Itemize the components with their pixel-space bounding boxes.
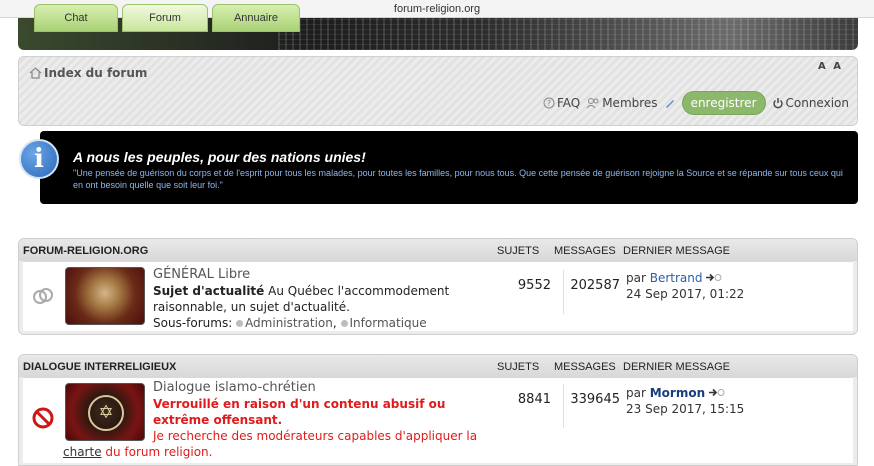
home-icon bbox=[29, 67, 42, 79]
breadcrumb[interactable]: Index du forum bbox=[29, 66, 147, 80]
category-dialogue-interreligieux: DIALOGUE INTERRELIGIEUX SUJETS MESSAGES … bbox=[18, 354, 858, 466]
category-header: FORUM-RELIGION.ORG SUJETS MESSAGES DERNI… bbox=[19, 239, 857, 261]
font-resize-control[interactable]: A A bbox=[818, 61, 843, 72]
category-title[interactable]: DIALOGUE INTERRELIGIEUX bbox=[23, 361, 176, 373]
last-post: par Mormon 23 Sep 2017, 15:15 bbox=[626, 386, 745, 416]
forum-description: GÉNÉRAL Libre Sujet d'actualité Au Québe… bbox=[153, 267, 483, 331]
subforum-administration[interactable]: Administration bbox=[245, 316, 333, 330]
announcement-title: A nous les peuples, pour des nations uni… bbox=[73, 149, 366, 165]
subforum-informatique[interactable]: Informatique bbox=[350, 316, 427, 330]
faq-link[interactable]: ? FAQ bbox=[543, 96, 580, 110]
question-icon: ? bbox=[543, 97, 555, 109]
goto-post-icon[interactable] bbox=[706, 273, 722, 282]
forum-row[interactable]: GÉNÉRAL Libre Sujet d'actualité Au Québe… bbox=[23, 261, 853, 331]
members-icon bbox=[586, 98, 599, 109]
goto-post-icon[interactable] bbox=[708, 388, 725, 397]
subforums-label: Sous-forums: bbox=[153, 316, 237, 330]
login-link[interactable]: Connexion bbox=[772, 96, 849, 110]
posts-count: 202587 bbox=[570, 278, 620, 293]
info-icon: i bbox=[19, 139, 59, 179]
column-last-post: DERNIER MESSAGE bbox=[623, 245, 730, 257]
last-post-date: 23 Sep 2017, 15:15 bbox=[626, 402, 745, 416]
category-header: DIALOGUE INTERRELIGIEUX SUJETS MESSAGES … bbox=[19, 355, 857, 377]
announcement-text: "Une pensée de guérison du corps et de l… bbox=[73, 168, 843, 190]
members-link[interactable]: Membres bbox=[586, 96, 658, 110]
locked-notice: Verrouillé en raison d'un contenu abusif… bbox=[153, 397, 446, 427]
register-button[interactable]: enregistrer bbox=[681, 91, 766, 115]
breadcrumb-label: Index du forum bbox=[44, 66, 148, 80]
column-topics: SUJETS bbox=[497, 245, 540, 257]
forum-description: Dialogue islamo-chrétien Verrouillé en r… bbox=[153, 380, 483, 444]
svg-text:?: ? bbox=[547, 99, 551, 108]
last-post-author[interactable]: Mormon bbox=[650, 386, 705, 400]
power-icon bbox=[772, 98, 783, 109]
charte-link[interactable]: charte bbox=[63, 445, 102, 459]
forum-desc-tail: charte du forum religion. bbox=[63, 445, 213, 459]
forum-read-icon bbox=[33, 288, 53, 304]
forum-title[interactable]: Dialogue islamo-chrétien bbox=[153, 380, 483, 396]
forum-coffee-image bbox=[65, 267, 145, 325]
url-text: forum-religion.org bbox=[393, 3, 481, 15]
last-post-author[interactable]: Bertrand bbox=[650, 271, 703, 285]
column-posts: MESSAGES bbox=[554, 245, 616, 257]
last-post-date: 24 Sep 2017, 01:22 bbox=[626, 287, 745, 301]
posts-count: 339645 bbox=[570, 392, 620, 407]
forum-navbar: Index du forum A A ? FAQ Membres enregis… bbox=[18, 56, 858, 126]
subforum-dot-icon bbox=[236, 320, 244, 327]
topics-count: 9552 bbox=[517, 278, 551, 293]
locked-forum-icon bbox=[32, 407, 54, 429]
forum-row[interactable]: ✡ Dialogue islamo-chrétien Verrouillé en… bbox=[23, 377, 853, 463]
tab-forum[interactable]: Forum bbox=[122, 4, 208, 32]
header-links: ? FAQ Membres enregistrer Connexion bbox=[543, 91, 849, 115]
pen-icon bbox=[665, 100, 674, 108]
last-post: par Bertrand 24 Sep 2017, 01:22 bbox=[626, 271, 745, 301]
forum-star-image: ✡ bbox=[65, 383, 145, 441]
tab-annuaire[interactable]: Annuaire bbox=[212, 4, 300, 32]
topics-count: 8841 bbox=[517, 392, 551, 407]
category-title[interactable]: FORUM-RELIGION.ORG bbox=[23, 245, 148, 257]
column-topics: SUJETS bbox=[497, 361, 540, 373]
column-last-post: DERNIER MESSAGE bbox=[623, 361, 730, 373]
announcement-box: A nous les peuples, pour des nations uni… bbox=[40, 131, 858, 204]
forum-desc: Je recherche des modérateurs capables d'… bbox=[153, 429, 478, 443]
star-of-david-icon: ✡ bbox=[88, 395, 124, 431]
forum-title[interactable]: GÉNÉRAL Libre bbox=[153, 267, 483, 283]
subforum-dot-icon bbox=[340, 320, 348, 327]
column-posts: MESSAGES bbox=[554, 361, 616, 373]
forum-desc-bold: Sujet d'actualité bbox=[153, 284, 265, 298]
tab-chat[interactable]: Chat bbox=[34, 4, 118, 32]
category-forum-religion: FORUM-RELIGION.ORG SUJETS MESSAGES DERNI… bbox=[18, 238, 858, 335]
